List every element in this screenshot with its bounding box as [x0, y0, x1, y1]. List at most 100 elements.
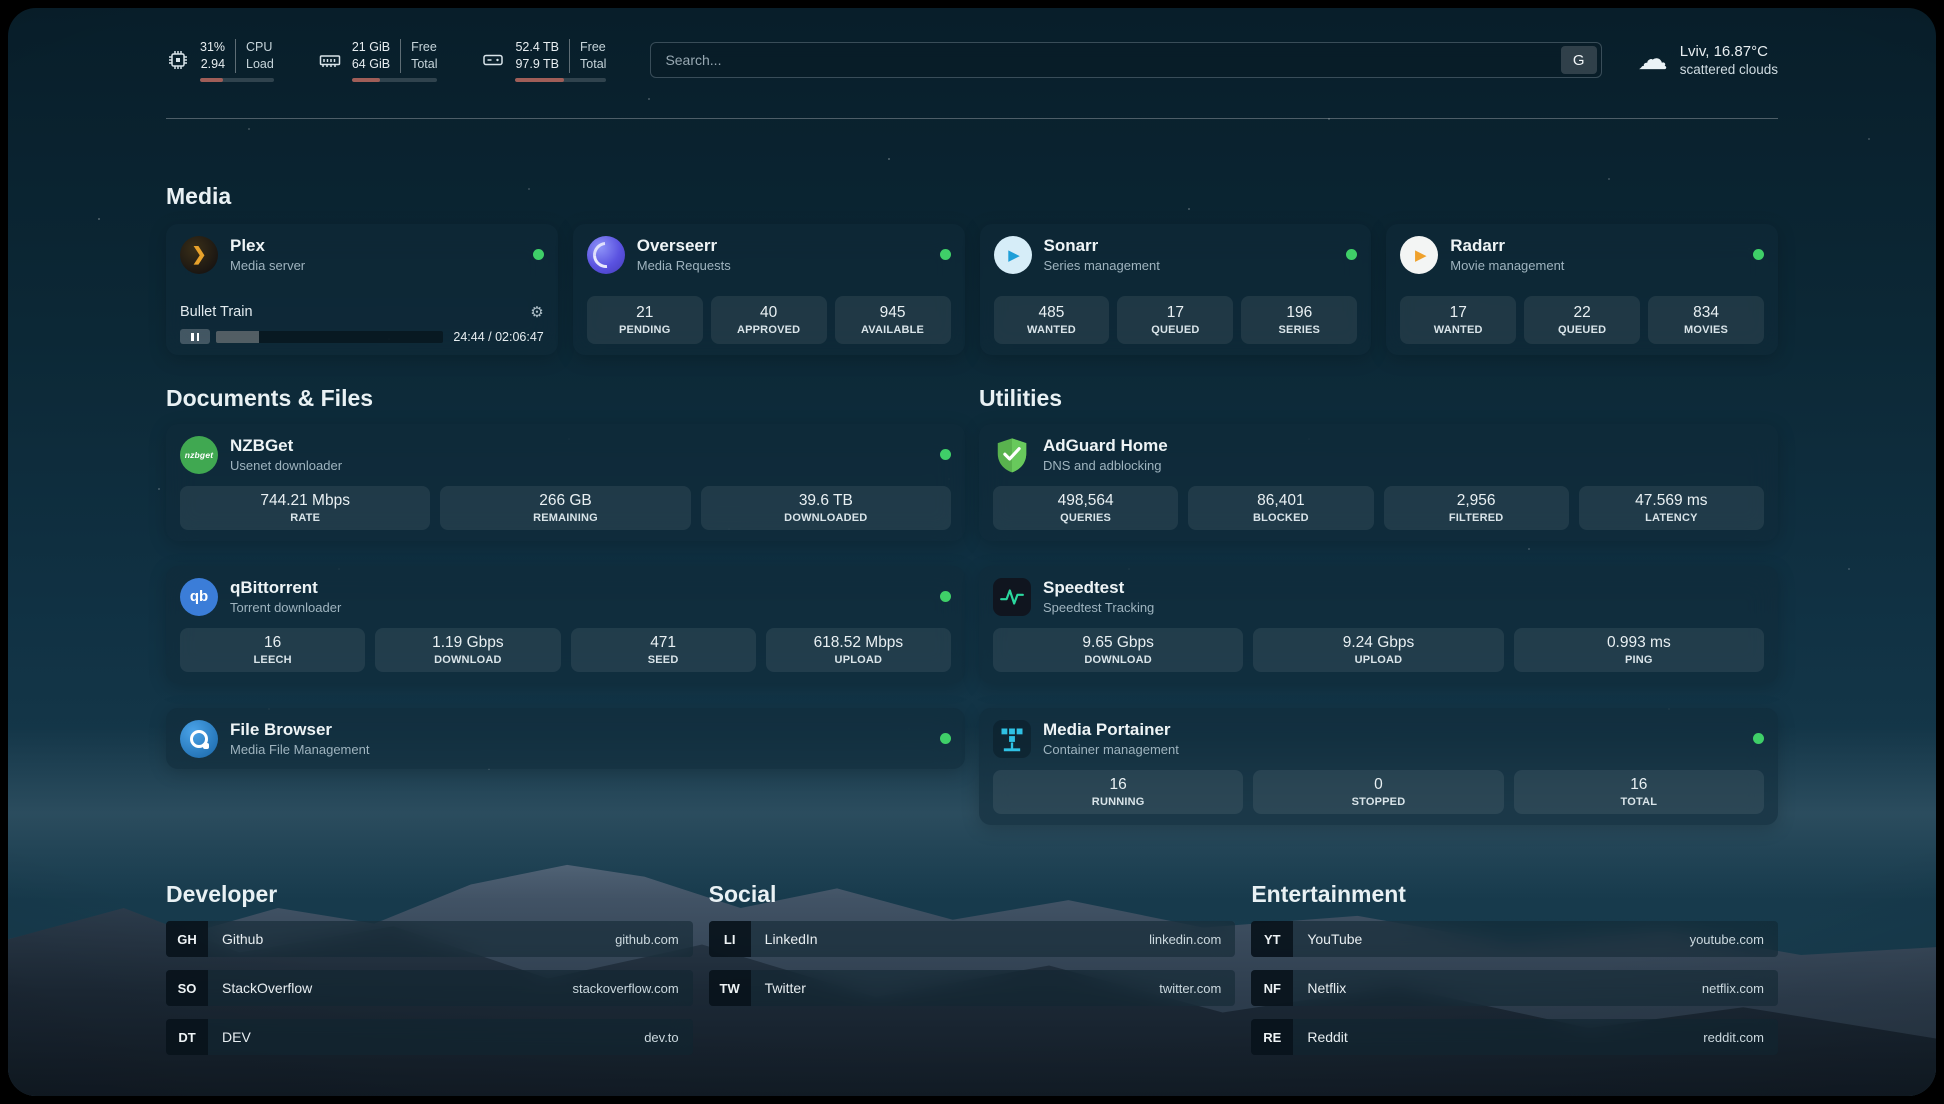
- playback-progress-bar[interactable]: [216, 331, 443, 343]
- stat-pending: 21PENDING: [587, 296, 703, 344]
- stat-download: 1.19 GbpsDOWNLOAD: [375, 628, 560, 672]
- app-subtitle: Media Requests: [637, 257, 731, 274]
- cpu-widget: 31% 2.94 CPU Load: [166, 39, 274, 82]
- bookmark-netflix[interactable]: NF Netflix netflix.com: [1251, 970, 1778, 1006]
- section-title-entertainment: Entertainment: [1251, 881, 1778, 908]
- status-dot: [1753, 249, 1764, 260]
- bookmark-github[interactable]: GH Github github.com: [166, 921, 693, 957]
- bookmark-reddit[interactable]: RE Reddit reddit.com: [1251, 1019, 1778, 1055]
- pause-button[interactable]: [180, 329, 210, 344]
- bookmark-name: LinkedIn: [765, 931, 818, 947]
- stat-approved: 40APPROVED: [711, 296, 827, 344]
- search-input[interactable]: [651, 52, 1560, 68]
- bookmark-dev[interactable]: DT DEV dev.to: [166, 1019, 693, 1055]
- memory-free-value: 21 GiB: [352, 39, 390, 56]
- qbittorrent-icon: qb: [180, 578, 218, 616]
- memory-readout: 21 GiB 64 GiB Free Total: [352, 39, 438, 82]
- status-dot: [940, 733, 951, 744]
- bookmark-twitter[interactable]: TW Twitter twitter.com: [709, 970, 1236, 1006]
- youtube-icon: YT: [1251, 921, 1293, 957]
- stat-queued: 22QUEUED: [1524, 296, 1640, 344]
- documents-column: Documents & Files nzbget NZBGet Usenet d…: [166, 385, 965, 825]
- app-card-filebrowser[interactable]: File Browser Media File Management: [166, 708, 965, 769]
- app-subtitle: Media File Management: [230, 741, 369, 758]
- status-dot: [1346, 249, 1357, 260]
- bookmark-name: Github: [222, 931, 263, 947]
- disk-widget: 52.4 TB 97.9 TB Free Total: [481, 39, 606, 82]
- weather-condition: scattered clouds: [1680, 61, 1778, 79]
- stat-running: 16RUNNING: [993, 770, 1243, 814]
- stat-upload: 9.24 GbpsUPLOAD: [1253, 628, 1503, 672]
- app-card-nzbget[interactable]: nzbget NZBGet Usenet downloader 744.21 M…: [166, 424, 965, 541]
- stat-queued: 17QUEUED: [1117, 296, 1233, 344]
- dashboard-screen: 31% 2.94 CPU Load: [8, 8, 1936, 1096]
- ram-icon: [318, 48, 342, 72]
- speedtest-icon: [993, 578, 1031, 616]
- app-name: Plex: [230, 235, 305, 256]
- bookmark-name: Reddit: [1307, 1029, 1347, 1045]
- nzbget-icon-text: nzbget: [185, 450, 214, 460]
- app-card-speedtest[interactable]: Speedtest Speedtest Tracking 9.65 GbpsDO…: [979, 566, 1778, 683]
- sonarr-icon: ▶: [994, 236, 1032, 274]
- disk-free-label: Free: [580, 39, 606, 56]
- radarr-icon-glyph: ▶: [1412, 246, 1427, 264]
- app-subtitle: Torrent downloader: [230, 599, 341, 616]
- bookmark-url: stackoverflow.com: [572, 981, 692, 996]
- stat-blocked: 86,401BLOCKED: [1188, 486, 1373, 530]
- app-card-sonarr[interactable]: ▶ Sonarr Series management 485WANTED 17Q…: [980, 224, 1372, 355]
- bookmark-name: Netflix: [1307, 980, 1346, 996]
- cpu-load-label: Load: [246, 56, 274, 73]
- topbar-divider: [166, 118, 1778, 119]
- disk-usage-bar: [515, 78, 606, 82]
- bookmark-stackoverflow[interactable]: SO StackOverflow stackoverflow.com: [166, 970, 693, 1006]
- memory-widget: 21 GiB 64 GiB Free Total: [318, 39, 438, 82]
- memory-free-label: Free: [411, 39, 437, 56]
- crane-icon: [998, 725, 1026, 753]
- weather-location: Lviv, 16.87°C: [1680, 42, 1778, 61]
- reddit-icon: RE: [1251, 1019, 1293, 1055]
- app-card-adguard[interactable]: AdGuard Home DNS and adblocking 498,564Q…: [979, 424, 1778, 541]
- filebrowser-icon-glyph: [190, 730, 208, 748]
- cloud-icon: ☁: [1638, 45, 1668, 75]
- utilities-column: Utilities AdGuard Home: [979, 385, 1778, 825]
- app-name: Speedtest: [1043, 577, 1154, 598]
- app-card-plex[interactable]: ❯ Plex Media server Bullet Train ⚙: [166, 224, 558, 355]
- app-card-radarr[interactable]: ▶ Radarr Movie management 17WANTED 22QUE…: [1386, 224, 1778, 355]
- app-card-portainer[interactable]: Media Portainer Container management 16R…: [979, 708, 1778, 825]
- bookmark-youtube[interactable]: YT YouTube youtube.com: [1251, 921, 1778, 957]
- cpu-chip-icon: [166, 48, 190, 72]
- stat-upload: 618.52 MbpsUPLOAD: [766, 628, 951, 672]
- search-engine-button[interactable]: G: [1561, 46, 1597, 74]
- hard-drive-icon: [481, 48, 505, 72]
- bookmark-url: netflix.com: [1702, 981, 1778, 996]
- bookmark-url: reddit.com: [1703, 1030, 1778, 1045]
- weather-widget: ☁ Lviv, 16.87°C scattered clouds: [1638, 42, 1778, 79]
- portainer-icon: [993, 720, 1031, 758]
- overseerr-icon: [587, 236, 625, 274]
- disk-free-value: 52.4 TB: [515, 39, 559, 56]
- cpu-readout: 31% 2.94 CPU Load: [200, 39, 274, 82]
- stat-queries: 498,564QUERIES: [993, 486, 1178, 530]
- app-card-qbittorrent[interactable]: qb qBittorrent Torrent downloader 16LEEC…: [166, 566, 965, 683]
- stat-downloaded: 39.6 TBDOWNLOADED: [701, 486, 951, 530]
- app-subtitle: Usenet downloader: [230, 457, 342, 474]
- app-subtitle: DNS and adblocking: [1043, 457, 1168, 474]
- media-grid: ❯ Plex Media server Bullet Train ⚙: [166, 224, 1778, 355]
- cpu-load-value: 2.94: [200, 56, 225, 73]
- bookmark-url: twitter.com: [1159, 981, 1235, 996]
- section-title-media: Media: [166, 183, 1778, 210]
- dashboard-content: 31% 2.94 CPU Load: [166, 8, 1778, 1055]
- status-dot: [940, 249, 951, 260]
- stat-available: 945AVAILABLE: [835, 296, 951, 344]
- app-card-overseerr[interactable]: Overseerr Media Requests 21PENDING 40APP…: [573, 224, 965, 355]
- app-name: Media Portainer: [1043, 719, 1179, 740]
- app-name: Overseerr: [637, 235, 731, 256]
- bookmark-linkedin[interactable]: LI LinkedIn linkedin.com: [709, 921, 1236, 957]
- gear-icon[interactable]: ⚙: [530, 305, 543, 320]
- section-title-documents: Documents & Files: [166, 385, 965, 412]
- stat-wanted: 485WANTED: [994, 296, 1110, 344]
- qbittorrent-icon-text: qb: [190, 588, 208, 605]
- stat-latency: 47.569 msLATENCY: [1579, 486, 1764, 530]
- disk-readout: 52.4 TB 97.9 TB Free Total: [515, 39, 606, 82]
- app-name: File Browser: [230, 719, 369, 740]
